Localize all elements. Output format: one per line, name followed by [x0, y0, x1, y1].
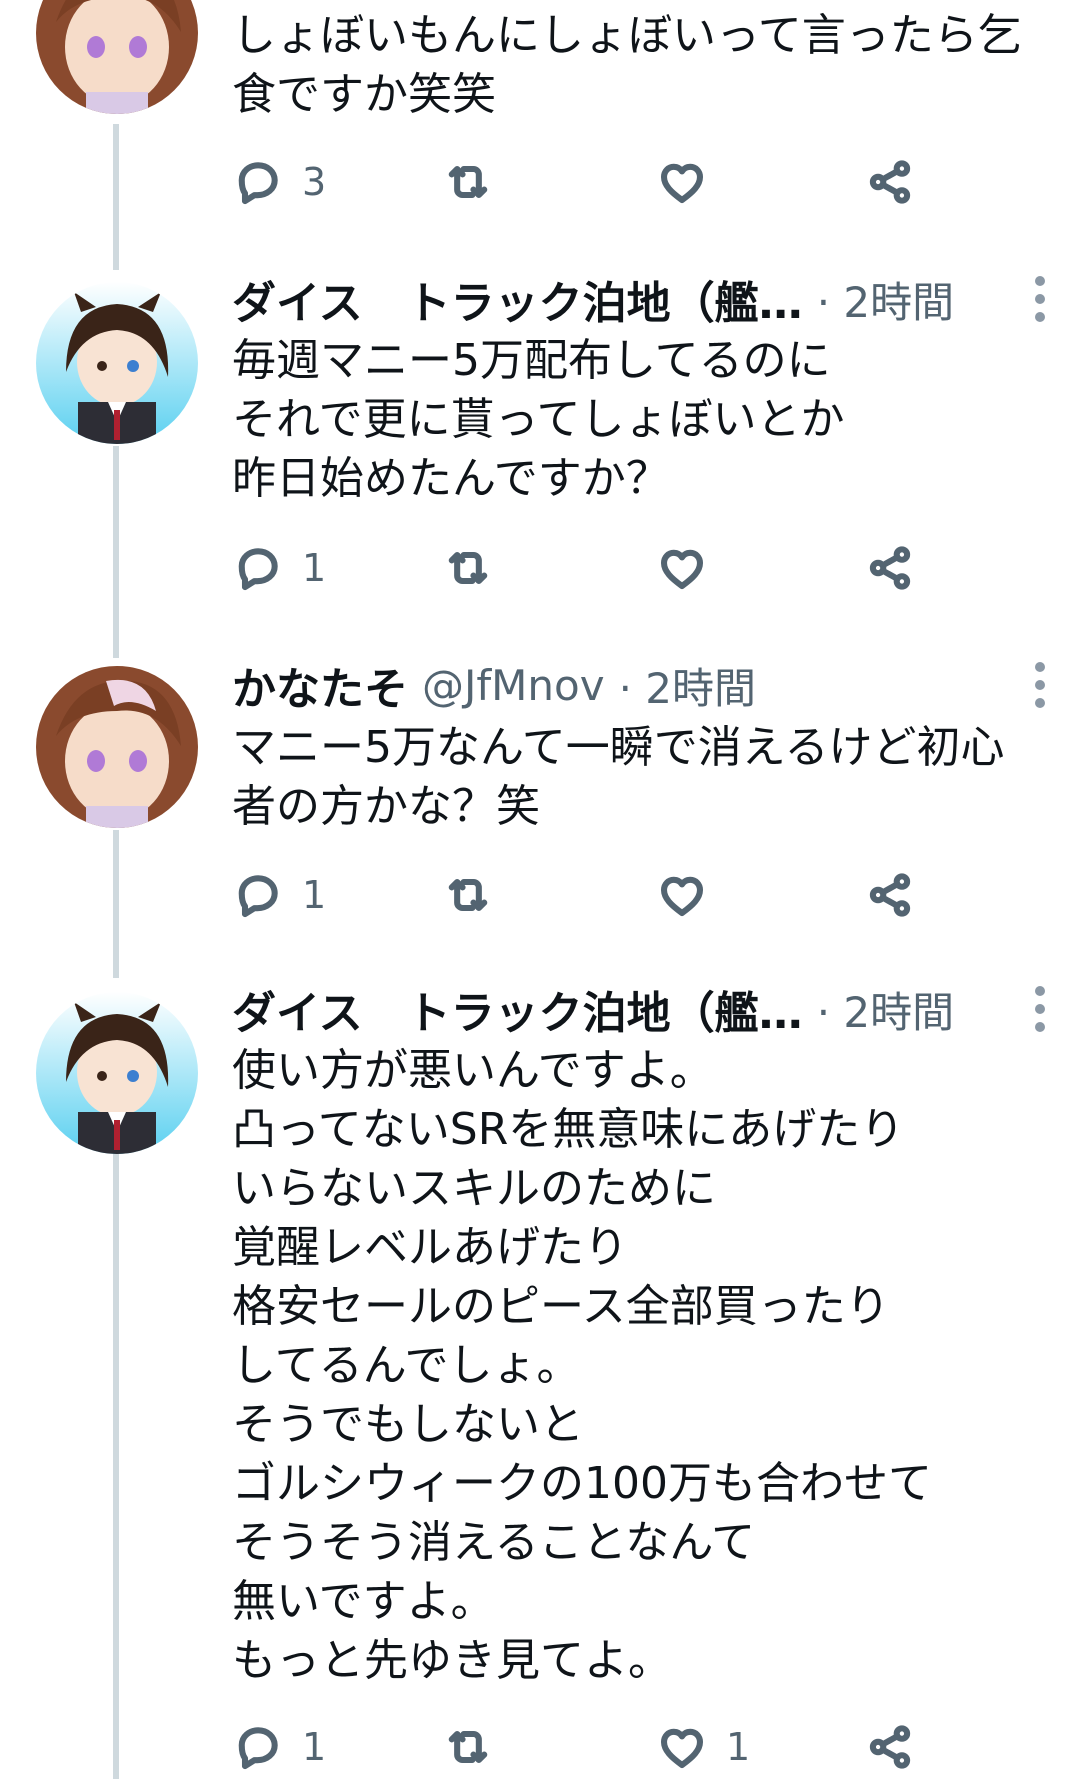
like-button[interactable]: [656, 538, 708, 598]
thread-line: [113, 1150, 119, 1779]
avatar[interactable]: [36, 666, 198, 828]
tweet-time[interactable]: · 2時間: [817, 269, 954, 330]
reply-icon: [232, 869, 284, 921]
thread-line: [113, 830, 119, 978]
thread-line: [113, 446, 119, 658]
heart-icon: [656, 156, 708, 208]
display-name[interactable]: かなたそ: [232, 653, 408, 717]
share-icon: [864, 869, 916, 921]
retweet-button[interactable]: [442, 865, 494, 925]
tweet-text: 毎週マニー5万配布してるのに それで更に貰ってしょぼいとか 昨日始めたんですか？: [232, 335, 845, 504]
share-icon: [864, 1721, 916, 1773]
reply-button[interactable]: 3: [232, 152, 326, 212]
tweet-actions: 3: [232, 152, 952, 212]
retweet-icon: [442, 1721, 494, 1773]
share-icon: [864, 542, 916, 594]
reply-icon: [232, 542, 284, 594]
avatar-image: [36, 992, 198, 1154]
retweet-icon: [442, 156, 494, 208]
share-button[interactable]: [864, 538, 916, 598]
avatar[interactable]: [36, 992, 198, 1154]
tweet-text: マニー5万なんて一瞬で消えるけど初心 者の方かな？笑: [232, 722, 1005, 832]
heart-icon: [656, 542, 708, 594]
retweet-icon: [442, 542, 494, 594]
user-handle[interactable]: @JfMnov: [422, 661, 605, 710]
reply-count: 3: [302, 160, 327, 204]
reply-count: 1: [302, 1725, 327, 1769]
more-options-icon[interactable]: [1030, 986, 1050, 1032]
tweet-header: ダイス トラック泊地（艦… · 2時間: [232, 977, 1050, 1041]
more-options-icon[interactable]: [1030, 276, 1050, 322]
tweet-text: しょぼいもんにしょぼいって言ったら乞 食ですか笑笑: [232, 10, 1022, 120]
tweet-actions: 1 1: [232, 1717, 952, 1777]
avatar-image: [36, 282, 198, 444]
like-button[interactable]: [656, 152, 708, 212]
tweet-actions: 1: [232, 538, 952, 598]
reply-button[interactable]: 1: [232, 538, 326, 598]
avatar[interactable]: [36, 282, 198, 444]
retweet-button[interactable]: [442, 1717, 494, 1777]
avatar-image: [36, 0, 198, 114]
reply-icon: [232, 1721, 284, 1773]
tweet-header: かなたそ @JfMnov · 2時間: [232, 653, 1050, 717]
reply-icon: [232, 156, 284, 208]
reply-count: 1: [302, 873, 327, 917]
like-count: 1: [726, 1725, 751, 1769]
like-button[interactable]: 1: [656, 1717, 750, 1777]
retweet-icon: [442, 869, 494, 921]
tweet-time[interactable]: · 2時間: [817, 979, 954, 1040]
display-name[interactable]: ダイス トラック泊地（艦…: [232, 977, 803, 1041]
tweet-time[interactable]: · 2時間: [619, 655, 756, 716]
tweet-actions: 1: [232, 865, 952, 925]
display-name[interactable]: ダイス トラック泊地（艦…: [232, 267, 803, 331]
retweet-button[interactable]: [442, 152, 494, 212]
tweet-text: 使い方が悪いんですよ。 凸ってないSRを無意味にあげたり いらないスキルのために…: [232, 1045, 932, 1686]
share-icon: [864, 156, 916, 208]
like-button[interactable]: [656, 865, 708, 925]
heart-icon: [656, 869, 708, 921]
reply-button[interactable]: 1: [232, 1717, 326, 1777]
reply-count: 1: [302, 546, 327, 590]
more-options-icon[interactable]: [1030, 662, 1050, 708]
heart-icon: [656, 1721, 708, 1773]
tweet-header: ダイス トラック泊地（艦… · 2時間: [232, 267, 1050, 331]
share-button[interactable]: [864, 1717, 916, 1777]
avatar-image: [36, 666, 198, 828]
share-button[interactable]: [864, 865, 916, 925]
reply-button[interactable]: 1: [232, 865, 326, 925]
share-button[interactable]: [864, 152, 916, 212]
retweet-button[interactable]: [442, 538, 494, 598]
thread-line: [113, 124, 119, 270]
avatar[interactable]: [36, 0, 198, 114]
